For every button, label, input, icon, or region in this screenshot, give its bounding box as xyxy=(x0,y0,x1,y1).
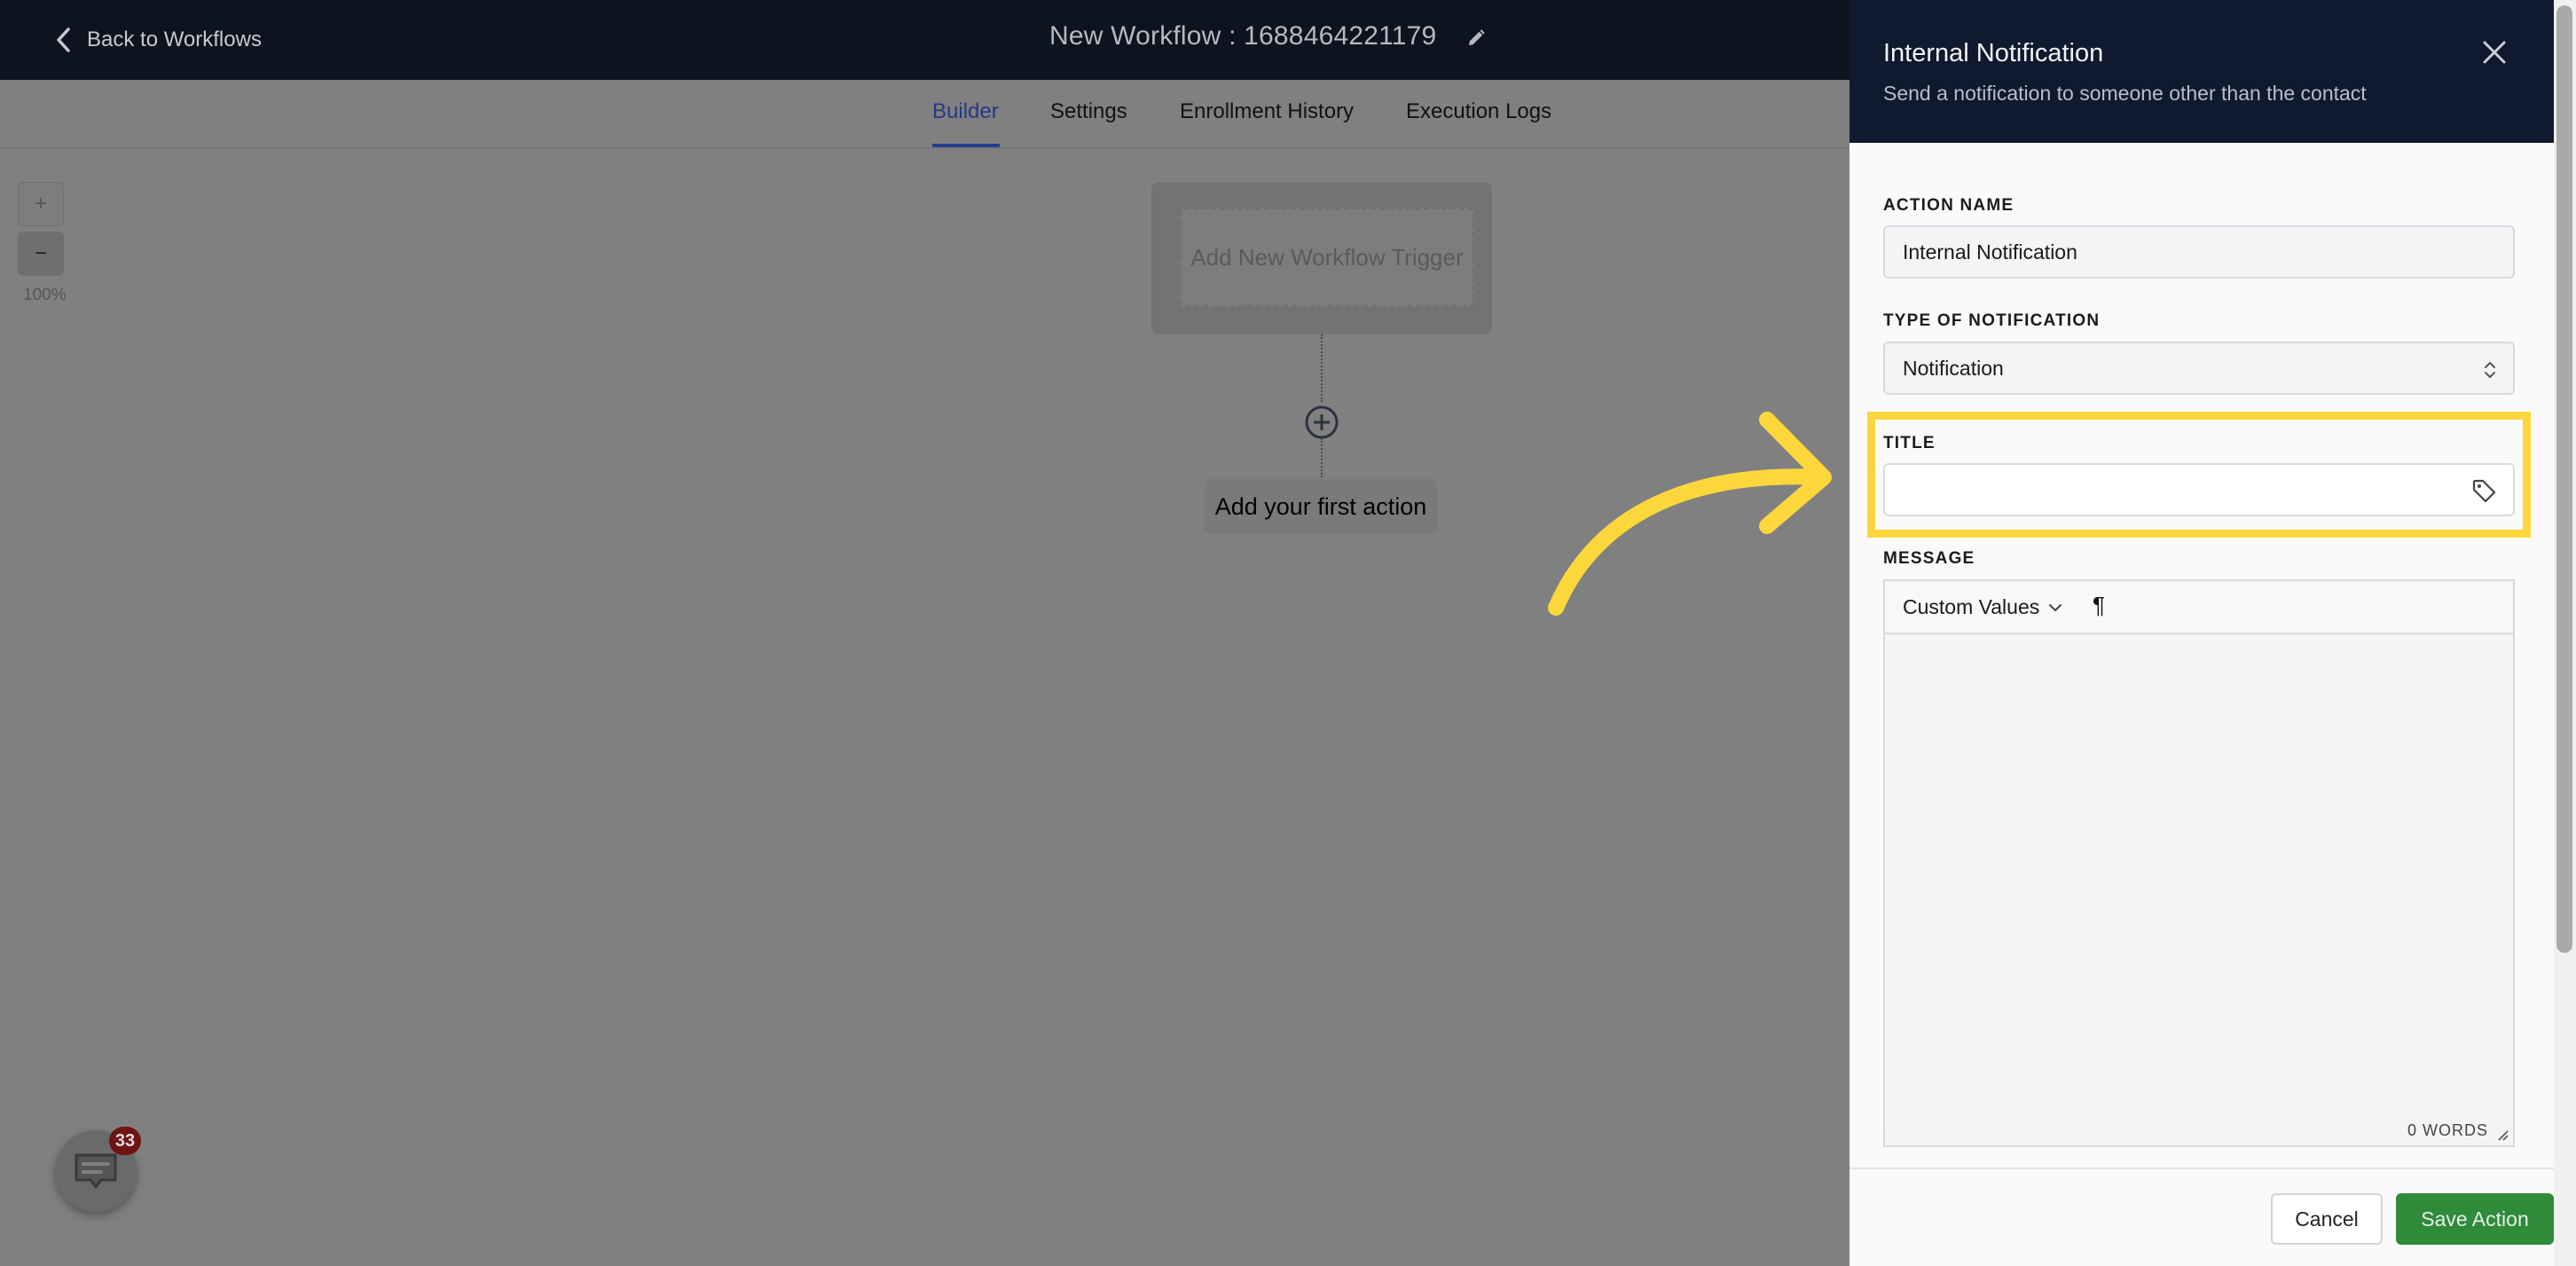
chat-unread-badge: 33 xyxy=(109,1127,141,1155)
active-tab-indicator xyxy=(932,144,1000,147)
panel-footer: Cancel Save Action xyxy=(1850,1168,2554,1266)
internal-notification-panel: Internal Notification Send a notificatio… xyxy=(1850,0,2554,1266)
pointer-arrow-icon xyxy=(1548,412,1832,616)
connector-line xyxy=(1321,334,1323,402)
notification-type-label: TYPE OF NOTIFICATION xyxy=(1883,311,2101,330)
panel-header: Internal Notification Send a notificatio… xyxy=(1850,0,2554,143)
message-editor: Custom Values ¶ 0 WORDS xyxy=(1883,579,2515,1147)
add-action-plus-icon[interactable] xyxy=(1304,405,1339,440)
close-icon[interactable] xyxy=(2481,39,2508,66)
message-label: MESSAGE xyxy=(1883,549,1975,568)
notification-type-select[interactable]: Notification xyxy=(1883,342,2515,395)
back-label: Back to Workflows xyxy=(87,28,262,51)
tab-settings[interactable]: Settings xyxy=(1050,99,1127,124)
back-to-workflows-link[interactable]: Back to Workflows xyxy=(55,25,262,55)
word-count: 0 WORDS xyxy=(2407,1121,2488,1139)
custom-values-label: Custom Values xyxy=(1903,595,2040,618)
action-name-input[interactable]: Internal Notification xyxy=(1883,225,2515,279)
panel-title: Internal Notification xyxy=(1883,39,2104,67)
zoom-out-button[interactable]: − xyxy=(18,232,64,276)
scrollbar-thumb[interactable] xyxy=(2556,5,2572,953)
tag-icon[interactable] xyxy=(2470,477,2497,504)
chevron-down-icon xyxy=(2049,603,2062,611)
top-bar: Back to Workflows New Workflow : 1688464… xyxy=(0,0,1850,80)
zoom-level: 100% xyxy=(23,286,67,304)
workflow-title: New Workflow : 1688464221179 xyxy=(1049,21,1437,51)
notification-type-value: Notification xyxy=(1903,356,2004,380)
chat-icon xyxy=(75,1153,117,1189)
pencil-icon[interactable] xyxy=(1465,28,1487,49)
connector-line xyxy=(1321,438,1323,477)
workflow-tabs: Builder Settings Enrollment History Exec… xyxy=(0,80,1850,149)
zoom-in-button[interactable]: + xyxy=(18,182,64,226)
title-label: TITLE xyxy=(1883,434,1936,452)
resize-handle-icon[interactable] xyxy=(2495,1128,2509,1142)
paragraph-format-button[interactable]: ¶ xyxy=(2093,592,2105,619)
tab-enrollment-history[interactable]: Enrollment History xyxy=(1180,99,1354,124)
panel-subtitle: Send a notification to someone other tha… xyxy=(1883,82,2367,105)
tab-builder[interactable]: Builder xyxy=(932,99,999,124)
custom-values-dropdown[interactable]: Custom Values xyxy=(1903,595,2062,619)
cancel-button[interactable]: Cancel xyxy=(2271,1193,2383,1245)
add-first-action-button[interactable]: Add your first action xyxy=(1205,479,1437,534)
message-toolbar: Custom Values ¶ xyxy=(1885,581,2513,634)
select-chevrons-icon xyxy=(2485,362,2495,378)
tab-execution-logs[interactable]: Execution Logs xyxy=(1406,99,1551,124)
save-action-button[interactable]: Save Action xyxy=(2396,1193,2554,1245)
add-trigger-button[interactable]: Add New Workflow Trigger xyxy=(1181,208,1473,307)
workflow-builder-app: Back to Workflows New Workflow : 1688464… xyxy=(0,0,1850,1266)
title-input[interactable] xyxy=(1883,463,2515,516)
action-name-label: ACTION NAME xyxy=(1883,196,2014,215)
message-textarea[interactable] xyxy=(1885,636,2513,1122)
chevron-left-icon xyxy=(57,28,70,52)
